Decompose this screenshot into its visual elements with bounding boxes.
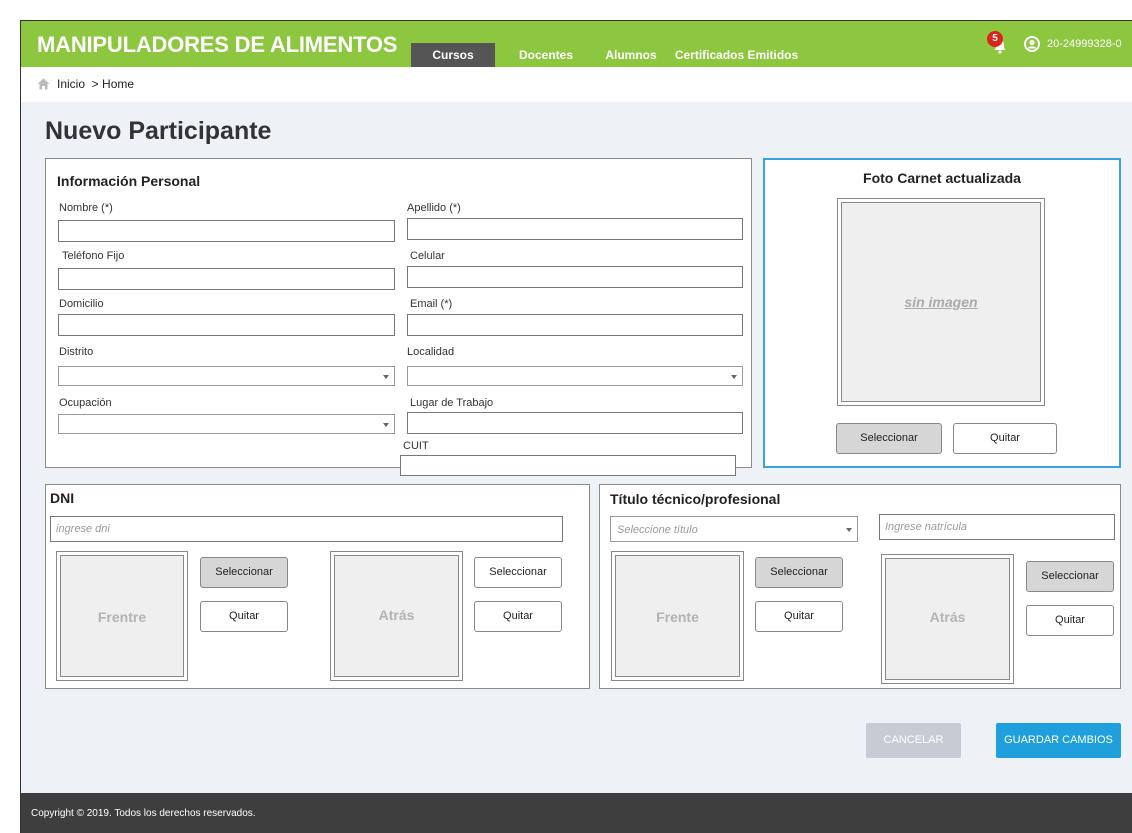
label-nombre: Nombre (*) xyxy=(59,202,113,214)
degree-front-preview: Frente xyxy=(611,551,744,681)
copyright-text: Copyright © 2019. Todos los derechos res… xyxy=(31,808,256,819)
dni-back-label: Atrás xyxy=(378,607,415,623)
degree-title: Título técnico/profesional xyxy=(610,491,781,507)
chevron-down-icon xyxy=(383,423,389,427)
degree-select-placeholder: Seleccione título xyxy=(617,524,698,536)
top-bar: MANIPULADORES DE ALIMENTOS Cursos Docent… xyxy=(21,21,1132,67)
save-button[interactable]: GUARDAR CAMBIOS xyxy=(996,723,1121,758)
dni-front-preview: Frentre xyxy=(56,551,188,681)
nav-alumnos[interactable]: Alumnos xyxy=(603,43,659,67)
personal-info-panel: Información Personal Nombre (*) Apellido… xyxy=(45,158,752,468)
photo-select-button[interactable]: Seleccionar xyxy=(836,423,942,454)
domicilio-field[interactable] xyxy=(58,314,395,336)
breadcrumb-bar: Inicio > Home xyxy=(21,67,1132,102)
personal-info-title: Información Personal xyxy=(57,173,201,189)
distrito-select[interactable] xyxy=(58,366,395,386)
page-title: Nuevo Participante xyxy=(45,117,272,145)
cuit-field[interactable] xyxy=(400,455,736,476)
label-apellido: Apellido (*) xyxy=(407,202,461,214)
user-id[interactable]: 20-24999328-0 xyxy=(1047,38,1122,50)
footer: Copyright © 2019. Todos los derechos res… xyxy=(21,793,1132,833)
dni-field[interactable] xyxy=(50,516,563,542)
localidad-select[interactable] xyxy=(407,366,743,386)
telefono-field[interactable] xyxy=(58,268,395,290)
label-ocupacion: Ocupación xyxy=(59,397,112,409)
label-domicilio: Domicilio xyxy=(59,298,104,310)
nombre-field[interactable] xyxy=(58,220,395,242)
degree-back-label: Atrás xyxy=(929,609,966,625)
email-field[interactable] xyxy=(407,314,743,336)
user-icon[interactable] xyxy=(1024,36,1040,52)
dni-front-remove-button[interactable]: Quitar xyxy=(200,601,288,632)
ocupacion-select[interactable] xyxy=(58,414,395,434)
dni-title: DNI xyxy=(50,490,75,506)
breadcrumb[interactable]: Inicio > Home xyxy=(57,77,134,91)
label-distrito: Distrito xyxy=(59,346,94,358)
dni-front-label: Frentre xyxy=(97,609,147,625)
lugar-trabajo-field[interactable] xyxy=(407,412,743,434)
brand-title: MANIPULADORES DE ALIMENTOS xyxy=(37,32,398,57)
matricula-field[interactable] xyxy=(879,514,1115,540)
nav-docentes[interactable]: Docentes xyxy=(516,43,576,67)
photo-preview: sin imagen xyxy=(837,198,1045,406)
label-lugar-trabajo: Lugar de Trabajo xyxy=(410,397,494,409)
label-cuit: CUIT xyxy=(403,440,429,452)
label-email: Email (*) xyxy=(410,298,453,310)
label-telefono: Teléfono Fijo xyxy=(62,250,125,262)
dni-panel: DNI Frentre Seleccionar Quitar Atrás Sel… xyxy=(45,484,590,689)
photo-remove-button[interactable]: Quitar xyxy=(953,423,1057,454)
notifications-button[interactable]: 5 xyxy=(987,31,1013,57)
notification-badge: 5 xyxy=(987,31,1003,47)
degree-panel: Título técnico/profesional Seleccione tí… xyxy=(599,484,1121,689)
home-icon[interactable] xyxy=(37,78,50,90)
degree-front-label: Frente xyxy=(656,609,699,625)
degree-back-remove-button[interactable]: Quitar xyxy=(1026,605,1114,636)
dni-back-preview: Atrás xyxy=(330,551,463,681)
dni-back-select-button[interactable]: Seleccionar xyxy=(474,557,562,588)
app-frame: MANIPULADORES DE ALIMENTOS Cursos Docent… xyxy=(20,20,1132,833)
degree-front-remove-button[interactable]: Quitar xyxy=(755,601,843,632)
degree-select[interactable]: Seleccione título xyxy=(610,516,858,542)
chevron-down-icon xyxy=(846,528,852,532)
photo-placeholder: sin imagen xyxy=(904,294,978,310)
degree-front-select-button[interactable]: Seleccionar xyxy=(755,557,843,588)
celular-field[interactable] xyxy=(407,266,743,288)
photo-panel: Foto Carnet actualizada sin imagen Selec… xyxy=(763,158,1121,468)
label-localidad: Localidad xyxy=(407,346,455,358)
cancel-button[interactable]: CANCELAR xyxy=(866,723,961,758)
nav-cursos[interactable]: Cursos xyxy=(411,43,495,67)
chevron-down-icon xyxy=(383,375,389,379)
dni-back-remove-button[interactable]: Quitar xyxy=(474,601,562,632)
chevron-down-icon xyxy=(731,375,737,379)
dni-front-select-button[interactable]: Seleccionar xyxy=(200,557,288,588)
nav-certificados[interactable]: Certificados Emitidos xyxy=(674,43,799,67)
apellido-field[interactable] xyxy=(407,218,743,240)
degree-back-select-button[interactable]: Seleccionar xyxy=(1026,561,1114,592)
degree-back-preview: Atrás xyxy=(881,554,1014,684)
label-celular: Celular xyxy=(410,250,445,262)
photo-title: Foto Carnet actualizada xyxy=(863,170,1021,186)
